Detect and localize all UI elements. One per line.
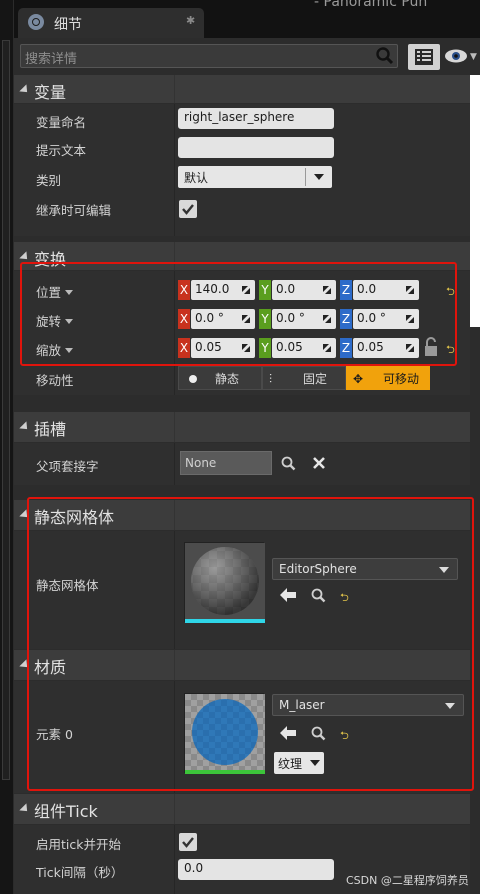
search-icon[interactable] — [375, 46, 395, 66]
tab-close-icon[interactable]: ✱ — [186, 14, 195, 27]
editable-checkbox[interactable] — [179, 200, 197, 218]
category-dropdown[interactable]: 默认 — [178, 166, 332, 188]
section-header-variable[interactable]: 变量 — [14, 75, 470, 103]
left-scrollbar[interactable] — [2, 40, 10, 780]
checkmark-icon — [182, 837, 194, 848]
movable-arrows-icon: ✥ — [353, 372, 364, 386]
view-options-eye-icon[interactable] — [444, 48, 468, 64]
watermark: CSDN @二星程序饲养员 — [346, 874, 469, 887]
overlapping-window-edge — [470, 75, 480, 327]
collapse-triangle-icon — [19, 251, 31, 263]
collapse-triangle-icon — [19, 421, 31, 433]
tick-interval-field[interactable]: 0.0 — [178, 859, 334, 880]
tooltip-label: 提示文本 — [36, 143, 87, 158]
mobility-stationary-button[interactable]: ⫶ 固定 — [262, 366, 346, 390]
tab-details[interactable]: 细节 ✱ — [18, 8, 204, 38]
section-title: 变量 — [34, 83, 67, 102]
start-with-tick-label: 启用tick并开始 — [36, 837, 121, 852]
mobility-static-button[interactable]: 静态 — [178, 366, 262, 390]
section-header-slot[interactable]: 插槽 — [14, 412, 470, 442]
static-icon — [189, 375, 197, 383]
variable-name-field[interactable]: right_laser_sphere — [178, 108, 334, 129]
clear-x-icon[interactable] — [312, 456, 326, 470]
mobility-movable-button[interactable]: ✥ 可移动 — [346, 366, 430, 390]
stationary-icon: ⫶ — [269, 372, 273, 386]
start-with-tick-checkbox[interactable] — [179, 833, 197, 851]
property-matrix-button[interactable] — [408, 44, 440, 70]
section-header-component-tick[interactable]: 组件Tick — [14, 794, 470, 824]
left-panel-strip — [0, 0, 14, 894]
search-placeholder: 搜索详情 — [25, 52, 78, 67]
collapse-triangle-icon — [19, 803, 31, 815]
search-input[interactable]: 搜索详情 — [20, 44, 398, 68]
grid-icon — [415, 49, 433, 65]
background-window-title: - Panoramic Pun — [314, 0, 428, 10]
view-options-chevron-down-icon[interactable]: ▼ — [470, 52, 477, 62]
tick-interval-label: Tick间隔（秒） — [36, 865, 124, 880]
mobility-label: 移动性 — [36, 373, 74, 388]
editable-label: 继承时可编辑 — [36, 203, 112, 218]
section-title: 组件Tick — [34, 802, 98, 821]
collapse-triangle-icon — [19, 84, 31, 96]
chevron-down-icon — [314, 174, 324, 180]
search-icon[interactable] — [280, 455, 296, 471]
parent-socket-label: 父项套接字 — [36, 459, 99, 474]
tab-title: 细节 — [54, 17, 82, 33]
checkmark-icon — [182, 204, 194, 215]
tooltip-field[interactable] — [178, 137, 334, 158]
category-label: 类别 — [36, 173, 62, 188]
category-value: 默认 — [184, 171, 209, 185]
variable-name-label: 变量命名 — [36, 115, 87, 130]
parent-socket-field[interactable]: None — [180, 451, 272, 475]
details-magnifier-icon — [28, 14, 44, 30]
section-title: 插槽 — [34, 420, 67, 439]
highlight-box-mesh-material — [27, 497, 474, 791]
highlight-box-transform — [20, 262, 457, 366]
